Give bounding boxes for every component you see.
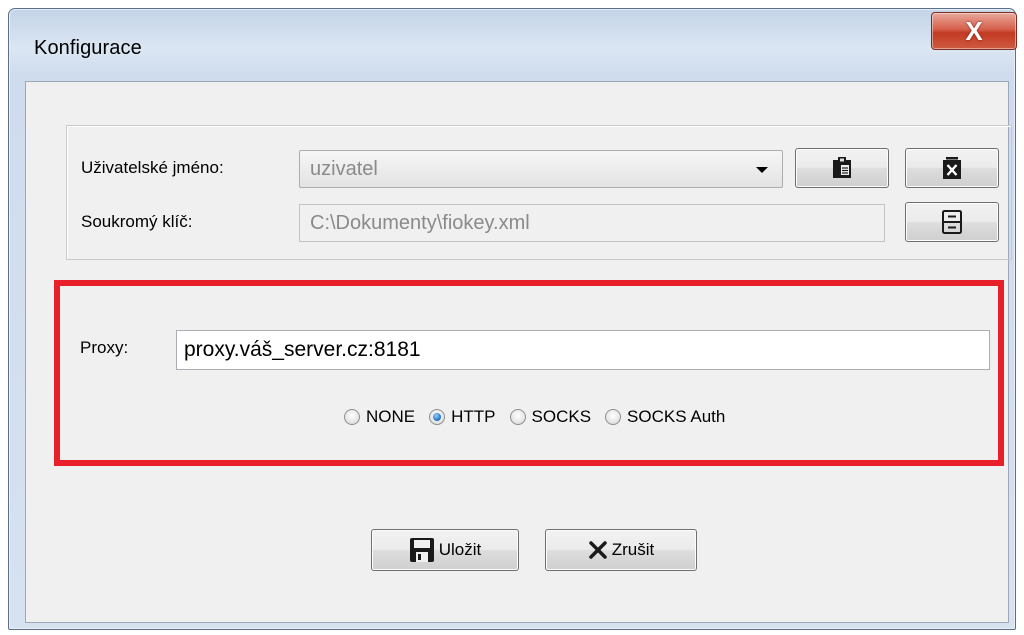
browse-key-button[interactable] bbox=[905, 202, 999, 242]
radio-socks[interactable]: SOCKS bbox=[509, 407, 592, 427]
radio-button[interactable] bbox=[344, 409, 360, 425]
radio-button-checked[interactable] bbox=[429, 409, 446, 425]
paste-user-button[interactable] bbox=[795, 148, 889, 188]
save-label: Uložit bbox=[438, 540, 482, 559]
radio-button[interactable] bbox=[509, 409, 526, 425]
radio-none-label: NONE bbox=[366, 407, 416, 426]
username-label: Uživatelské jméno: bbox=[81, 158, 224, 177]
proxy-group: Proxy: proxy.váš_server.cz:8181 NONE HTT… bbox=[54, 280, 1004, 466]
close-button[interactable]: X bbox=[931, 12, 1017, 50]
configuration-dialog: Konfigurace X Uživatelské jméno: uzivate… bbox=[8, 8, 1017, 630]
chevron-down-icon bbox=[756, 167, 768, 173]
account-group: Uživatelské jméno: uzivatel Soukromý klí… bbox=[66, 125, 1012, 260]
private-key-value: C:\Dokumenty\fiokey.xml bbox=[310, 212, 530, 234]
radio-socks-auth-label: SOCKS Auth bbox=[627, 407, 726, 426]
radio-http[interactable]: HTTP bbox=[429, 407, 496, 427]
delete-user-button[interactable] bbox=[905, 148, 999, 188]
radio-button[interactable] bbox=[605, 409, 622, 425]
proxy-value: proxy.váš_server.cz:8181 bbox=[184, 338, 421, 361]
private-key-field[interactable]: C:\Dokumenty\fiokey.xml bbox=[299, 204, 885, 242]
window-title: Konfigurace bbox=[34, 37, 142, 59]
clipboard-icon bbox=[833, 157, 851, 178]
radio-socks-label: SOCKS bbox=[531, 407, 592, 426]
save-button[interactable]: Uložit bbox=[371, 529, 519, 571]
file-cabinet-icon bbox=[942, 210, 962, 234]
radio-none[interactable]: NONE bbox=[344, 407, 415, 427]
private-key-label: Soukromý klíč: bbox=[81, 212, 193, 231]
cancel-button[interactable]: Zrušit bbox=[545, 529, 697, 571]
delete-document-icon bbox=[943, 157, 961, 179]
cancel-label: Zrušit bbox=[611, 540, 655, 559]
radio-socks-auth[interactable]: SOCKS Auth bbox=[605, 407, 725, 427]
x-icon bbox=[589, 541, 607, 559]
floppy-disk-icon bbox=[409, 538, 434, 562]
proxy-label: Proxy: bbox=[80, 338, 129, 357]
username-dropdown[interactable]: uzivatel bbox=[299, 150, 783, 188]
username-value: uzivatel bbox=[310, 158, 378, 180]
proxy-type-radio-group: NONE HTTP SOCKS SOCKS Auth bbox=[344, 406, 739, 428]
radio-http-label: HTTP bbox=[451, 407, 496, 426]
dialog-content: Uživatelské jméno: uzivatel Soukromý klí… bbox=[25, 81, 1012, 623]
proxy-input[interactable]: proxy.váš_server.cz:8181 bbox=[176, 330, 990, 370]
